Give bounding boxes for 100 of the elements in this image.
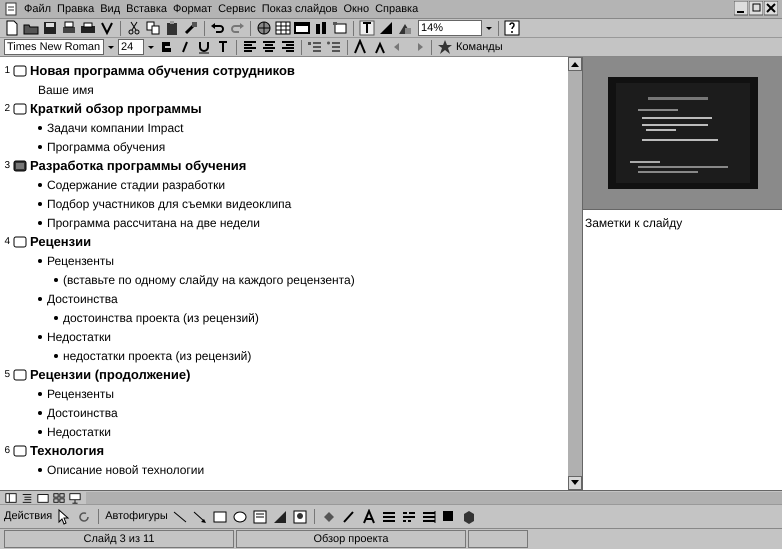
slide-icon[interactable]: [13, 62, 27, 78]
scissors-icon[interactable]: [126, 20, 142, 36]
bullet-icon: [38, 468, 42, 472]
notes-field[interactable]: Заметки к слайду: [585, 214, 780, 232]
font-dropdown[interactable]: Times New Roman: [4, 39, 104, 55]
outline-text[interactable]: недостатки проекта (из рецензий): [63, 346, 252, 364]
slide-title[interactable]: Рецензии (продолжение): [30, 364, 190, 384]
window-icon[interactable]: [294, 20, 310, 36]
autoshapes-menu[interactable]: Автофигуры: [105, 508, 168, 525]
globe-icon[interactable]: [256, 20, 272, 36]
slide-number: 3: [3, 159, 10, 173]
outline-text[interactable]: Программа рассчитана на две недели: [47, 214, 260, 232]
outline-text[interactable]: Ваше имя: [38, 80, 94, 98]
bullet-icon: [38, 258, 42, 262]
scroll-down-icon[interactable]: [571, 480, 579, 486]
outline-text[interactable]: Недостатки: [47, 328, 111, 346]
outline-text[interactable]: Содержание стадии разработки: [47, 176, 226, 194]
zoom-dropdown[interactable]: 14%: [418, 20, 482, 36]
save-icon[interactable]: [42, 20, 58, 36]
outline-text[interactable]: Рецензенты: [47, 252, 114, 270]
outline-text[interactable]: Рецензенты: [47, 384, 114, 402]
menu-item[interactable]: Показ слайдов: [262, 0, 338, 18]
brush-icon[interactable]: [183, 20, 199, 36]
slide-title[interactable]: Рецензии: [30, 232, 92, 252]
actions-menu[interactable]: Действия: [4, 508, 52, 525]
status-panel: [468, 530, 528, 548]
bullet-icon: [38, 220, 42, 224]
printer-icon[interactable]: [61, 20, 77, 36]
outline-text[interactable]: (вставьте по одному слайду на каждого рецензента): [63, 270, 355, 288]
arrow-icon[interactable]: [192, 508, 208, 524]
menu-item[interactable]: Справка: [375, 0, 418, 18]
line-icon[interactable]: [172, 508, 188, 524]
underline-icon[interactable]: [196, 39, 212, 55]
slide-title[interactable]: Новая программа обучения сотрудников: [30, 60, 295, 80]
close-icon[interactable]: [764, 1, 778, 17]
clipboard-icon[interactable]: [164, 20, 180, 36]
outline-text[interactable]: Описание новой технологии: [47, 460, 204, 478]
rectangle-icon[interactable]: [212, 508, 228, 524]
bullet-icon: [38, 296, 42, 300]
bullet-icon: [38, 334, 42, 338]
ellipse-icon[interactable]: [232, 508, 248, 524]
arrow-style-icon[interactable]: [420, 508, 437, 524]
bullet-icon: [54, 354, 58, 358]
commands-menu[interactable]: Команды: [456, 38, 503, 56]
outline-text[interactable]: Достоинства: [47, 404, 118, 422]
slide-icon[interactable]: [332, 20, 348, 36]
slide-icon[interactable]: [13, 366, 27, 382]
align-left-icon[interactable]: [242, 39, 258, 55]
normal-view-icon[interactable]: [4, 492, 18, 504]
slide-number: 2: [3, 102, 10, 116]
bullet-icon: [38, 182, 42, 186]
copy-icon[interactable]: [145, 20, 161, 36]
outline-text[interactable]: достоинства проекта (из рецензий): [63, 308, 259, 326]
slide-title[interactable]: Разработка программы обучения: [30, 156, 246, 176]
numbered-list-icon[interactable]: [307, 39, 323, 55]
menu-item[interactable]: Вид: [100, 0, 120, 18]
undo-icon[interactable]: [210, 20, 226, 36]
font-color-icon[interactable]: [360, 508, 377, 524]
printer-icon[interactable]: [80, 20, 96, 36]
vertical-scrollbar[interactable]: [568, 57, 582, 490]
slide-title[interactable]: Технология: [30, 440, 104, 460]
slide-sorter-icon[interactable]: [52, 492, 66, 504]
slide-icon[interactable]: [13, 234, 27, 250]
bullet-icon: [38, 430, 42, 434]
text-box-icon[interactable]: [252, 508, 268, 524]
outline-text[interactable]: Задачи компании Impact: [47, 118, 184, 136]
clip-art-icon[interactable]: [292, 508, 308, 524]
slide-view-icon[interactable]: [36, 492, 50, 504]
align-center-icon[interactable]: [261, 39, 277, 55]
menu-item[interactable]: Окно: [344, 0, 370, 18]
bulleted-list-icon[interactable]: [326, 39, 342, 55]
outline-text[interactable]: Недостатки: [47, 422, 111, 440]
menu-item[interactable]: Формат: [173, 0, 212, 18]
slide-icon[interactable]: [13, 158, 27, 174]
slide-title[interactable]: Краткий обзор программы: [30, 98, 202, 118]
slide-show-icon[interactable]: [68, 492, 82, 504]
font-size-dropdown[interactable]: 24: [118, 39, 144, 55]
outline-text[interactable]: Достоинства: [47, 290, 118, 308]
outline-text[interactable]: Программа обучения: [47, 138, 166, 156]
menu-item[interactable]: Правка: [57, 0, 94, 18]
align-right-icon[interactable]: [280, 39, 296, 55]
scroll-up-icon[interactable]: [571, 61, 579, 67]
menu-item[interactable]: Вставка: [126, 0, 168, 18]
horizontal-scrollbar[interactable]: [86, 492, 782, 504]
bar-chart-icon[interactable]: [313, 20, 329, 36]
slide-number: 1: [3, 64, 10, 78]
bullet-icon: [38, 126, 42, 130]
slide-icon[interactable]: [13, 442, 27, 458]
star-icon[interactable]: [437, 39, 453, 55]
minimize-icon[interactable]: [734, 1, 748, 17]
help-icon[interactable]: [504, 20, 520, 36]
outline-text[interactable]: Подбор участников для съемки видеоклипа: [47, 194, 292, 212]
outline-view-icon[interactable]: [20, 492, 34, 504]
restore-icon[interactable]: [749, 1, 763, 17]
table-icon[interactable]: [275, 20, 291, 36]
menu-item[interactable]: Файл: [24, 0, 52, 18]
document-icon[interactable]: [4, 2, 18, 16]
menu-item[interactable]: Сервис: [218, 0, 256, 18]
slide-icon[interactable]: [13, 100, 27, 116]
bullet-icon: [38, 392, 42, 396]
